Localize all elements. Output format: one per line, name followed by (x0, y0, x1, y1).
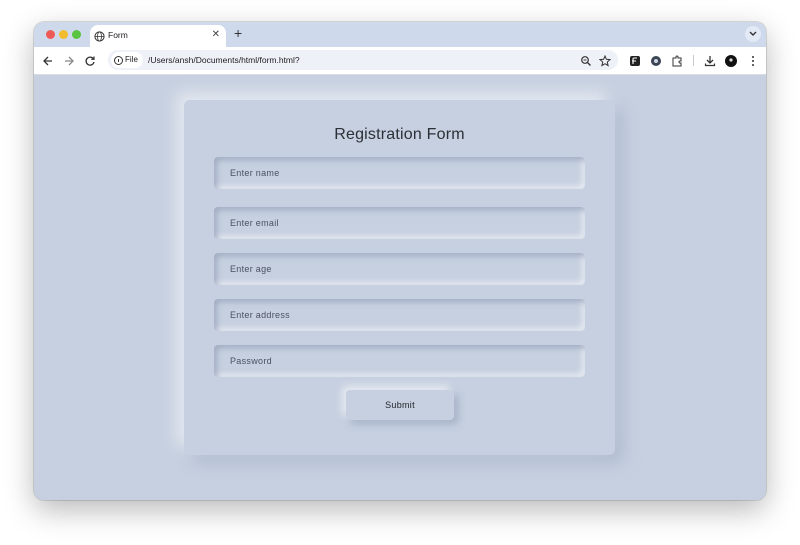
address-input[interactable] (214, 299, 585, 331)
forward-arrow-icon[interactable] (63, 54, 75, 66)
shield-extension-icon[interactable] (650, 54, 662, 66)
close-window-button[interactable] (46, 30, 55, 39)
tab-title: Form (108, 30, 128, 40)
browser-toolbar: File /Users/ansh/Documents/html/form.htm… (34, 47, 766, 75)
minimize-window-button[interactable] (59, 30, 68, 39)
star-icon[interactable] (598, 54, 612, 67)
password-input[interactable] (214, 345, 585, 377)
zoom-icon[interactable] (580, 54, 592, 66)
extension-icon[interactable] (629, 54, 641, 66)
back-arrow-icon[interactable] (42, 54, 54, 66)
tab-strip: Form ✕ + (34, 22, 766, 47)
address-bar[interactable]: File /Users/ansh/Documents/html/form.htm… (108, 50, 618, 70)
name-input[interactable] (214, 157, 585, 189)
kebab-menu-icon[interactable] (747, 54, 759, 66)
profile-icon[interactable] (725, 54, 737, 67)
site-info-chip[interactable]: File (111, 52, 143, 68)
page-content: Registration Form Submit (34, 75, 766, 500)
email-input[interactable] (214, 207, 585, 239)
age-input[interactable] (214, 253, 585, 285)
registration-form: Registration Form Submit (184, 100, 615, 455)
maximize-window-button[interactable] (72, 30, 81, 39)
chevron-down-icon[interactable] (745, 26, 761, 42)
tab-form[interactable]: Form ✕ (90, 25, 226, 47)
form-title: Registration Form (334, 126, 465, 143)
info-icon (114, 56, 123, 65)
puzzle-icon[interactable] (671, 54, 683, 67)
reload-icon[interactable] (84, 54, 96, 66)
site-info-label: File (125, 55, 138, 64)
toolbar-divider (693, 55, 694, 66)
plus-icon[interactable]: + (234, 26, 242, 40)
download-icon[interactable] (704, 54, 716, 67)
submit-button[interactable]: Submit (346, 390, 454, 420)
close-icon[interactable]: ✕ (212, 29, 220, 40)
url-text[interactable]: /Users/ansh/Documents/html/form.html? (148, 55, 300, 65)
globe-icon (94, 29, 105, 42)
browser-window: Form ✕ + File /Users/ansh/Documents/html… (34, 22, 766, 500)
